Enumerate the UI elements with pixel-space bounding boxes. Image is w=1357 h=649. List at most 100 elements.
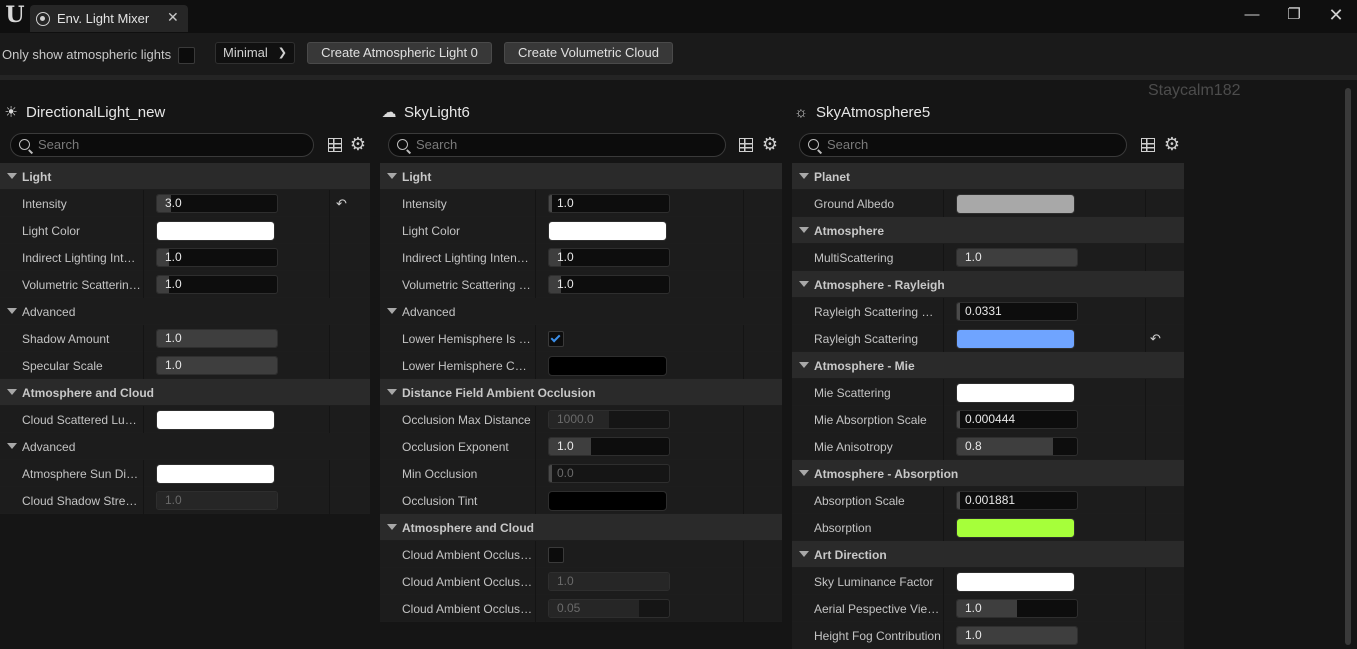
property-row[interactable]: Absorption Scale 0.001881 [792, 487, 1184, 514]
property-row[interactable]: Indirect Lighting Inten... 1.0 [0, 244, 370, 271]
color-swatch[interactable] [956, 518, 1075, 538]
category-header[interactable]: Atmosphere and Cloud [380, 514, 782, 541]
property-row[interactable]: Indirect Lighting Intensity 1.0 [380, 244, 782, 271]
property-row[interactable]: Cloud Ambient Occlusion [380, 541, 782, 568]
search-input[interactable]: Search [388, 133, 726, 157]
property-row[interactable]: Aerial Pespective View... 1.0 [792, 595, 1184, 622]
number-input[interactable]: 3.0 [156, 194, 278, 213]
column-divider[interactable] [143, 271, 144, 298]
property-row[interactable]: Min Occlusion 0.0 [380, 460, 782, 487]
column-divider[interactable] [535, 325, 536, 352]
property-row[interactable]: Occlusion Max Distance 1000.0 [380, 406, 782, 433]
property-row[interactable]: Lower Hemisphere Is Sol... [380, 325, 782, 352]
column-divider[interactable] [143, 406, 144, 433]
gear-icon[interactable]: ⚙ [761, 135, 779, 153]
column-divider[interactable] [535, 433, 536, 460]
property-row[interactable]: Mie Anisotropy 0.8 [792, 433, 1184, 460]
number-input[interactable]: 0.0331 [956, 302, 1078, 321]
column-divider[interactable] [943, 244, 944, 271]
property-row[interactable]: Rayleigh Scattering Sca... 0.0331 [792, 298, 1184, 325]
property-row[interactable]: Absorption [792, 514, 1184, 541]
column-divider[interactable] [943, 595, 944, 622]
category-header[interactable]: Advanced [0, 433, 370, 460]
category-header[interactable]: Advanced [0, 298, 370, 325]
category-header[interactable]: Distance Field Ambient Occlusion [380, 379, 782, 406]
number-input[interactable]: 1.0 [956, 248, 1078, 267]
column-divider[interactable] [535, 406, 536, 433]
table-view-icon[interactable] [1141, 138, 1155, 152]
column-divider[interactable] [943, 487, 944, 514]
category-header[interactable]: Light [380, 163, 782, 190]
create-volumetric-cloud-button[interactable]: Create Volumetric Cloud [504, 42, 673, 64]
property-row[interactable]: Mie Absorption Scale 0.000444 [792, 406, 1184, 433]
number-input[interactable]: 1.0 [548, 275, 670, 294]
expand-arrow-icon[interactable] [387, 524, 397, 530]
property-row[interactable]: Occlusion Exponent 1.0 [380, 433, 782, 460]
color-swatch[interactable] [156, 464, 275, 484]
expand-arrow-icon[interactable] [387, 389, 397, 395]
color-swatch[interactable] [156, 221, 275, 241]
column-divider[interactable] [143, 487, 144, 514]
table-view-icon[interactable] [328, 138, 342, 152]
minimize-button[interactable]: — [1240, 5, 1264, 25]
color-swatch[interactable] [156, 410, 275, 430]
column-divider[interactable] [535, 352, 536, 379]
number-input[interactable]: 0.001881 [956, 491, 1078, 510]
category-header[interactable]: Atmosphere - Rayleigh [792, 271, 1184, 298]
column-divider[interactable] [535, 541, 536, 568]
column-divider[interactable] [943, 433, 944, 460]
property-row[interactable]: MultiScattering 1.0 [792, 244, 1184, 271]
column-divider[interactable] [143, 244, 144, 271]
color-swatch[interactable] [956, 194, 1075, 214]
column-divider[interactable] [943, 568, 944, 595]
column-divider[interactable] [943, 406, 944, 433]
number-input[interactable]: 0.8 [956, 437, 1078, 456]
column-divider[interactable] [943, 190, 944, 217]
property-row[interactable]: Cloud Shadow Strength 1.0 [0, 487, 370, 514]
expand-arrow-icon[interactable] [799, 173, 809, 179]
property-row[interactable]: Specular Scale 1.0 [0, 352, 370, 379]
gear-icon[interactable]: ⚙ [1163, 135, 1181, 153]
color-swatch[interactable] [548, 221, 667, 241]
vertical-scrollbar[interactable] [1345, 88, 1351, 645]
search-input[interactable]: Search [799, 133, 1127, 157]
color-swatch[interactable] [956, 383, 1075, 403]
number-input[interactable]: 1.0 [156, 275, 278, 294]
column-divider[interactable] [943, 514, 944, 541]
reset-to-default-icon[interactable]: ↶ [1150, 331, 1161, 347]
expand-arrow-icon[interactable] [799, 227, 809, 233]
category-header[interactable]: Atmosphere [792, 217, 1184, 244]
number-input[interactable]: 0.000444 [956, 410, 1078, 429]
number-input[interactable]: 1.0 [156, 329, 278, 348]
tab-env-light-mixer[interactable]: Env. Light Mixer ✕ [30, 5, 188, 32]
number-input[interactable]: 1.0 [548, 437, 670, 456]
property-row[interactable]: Mie Scattering [792, 379, 1184, 406]
category-header[interactable]: Advanced [380, 298, 782, 325]
expand-arrow-icon[interactable] [7, 443, 17, 449]
property-row[interactable]: Light Color [0, 217, 370, 244]
column-divider[interactable] [535, 271, 536, 298]
expand-arrow-icon[interactable] [387, 308, 397, 314]
reset-to-default-icon[interactable]: ↶ [336, 196, 347, 212]
property-row[interactable]: Cloud Ambient Occlusio... 1.0 [380, 568, 782, 595]
category-header[interactable]: Planet [792, 163, 1184, 190]
property-row[interactable]: Intensity 3.0 ↶ [0, 190, 370, 217]
property-row[interactable]: Rayleigh Scattering ↶ [792, 325, 1184, 352]
property-row[interactable]: Lower Hemisphere Color [380, 352, 782, 379]
property-row[interactable]: Volumetric Scattering In... 1.0 [380, 271, 782, 298]
property-row[interactable]: Atmosphere Sun Disk... [0, 460, 370, 487]
tab-close-icon[interactable]: ✕ [167, 9, 179, 26]
property-row[interactable]: Sky Luminance Factor [792, 568, 1184, 595]
number-input[interactable]: 1.0 [156, 248, 278, 267]
column-divider[interactable] [143, 352, 144, 379]
number-input[interactable]: 1.0 [548, 194, 670, 213]
mode-dropdown[interactable]: Minimal ❯ [215, 42, 295, 64]
search-input[interactable]: Search [10, 133, 314, 157]
color-swatch[interactable] [548, 491, 667, 511]
column-divider[interactable] [143, 190, 144, 217]
property-row[interactable]: Cloud Scattered Lumi... [0, 406, 370, 433]
color-swatch[interactable] [548, 356, 667, 376]
number-input[interactable]: 1.0 [548, 248, 670, 267]
expand-arrow-icon[interactable] [799, 362, 809, 368]
gear-icon[interactable]: ⚙ [349, 135, 367, 153]
